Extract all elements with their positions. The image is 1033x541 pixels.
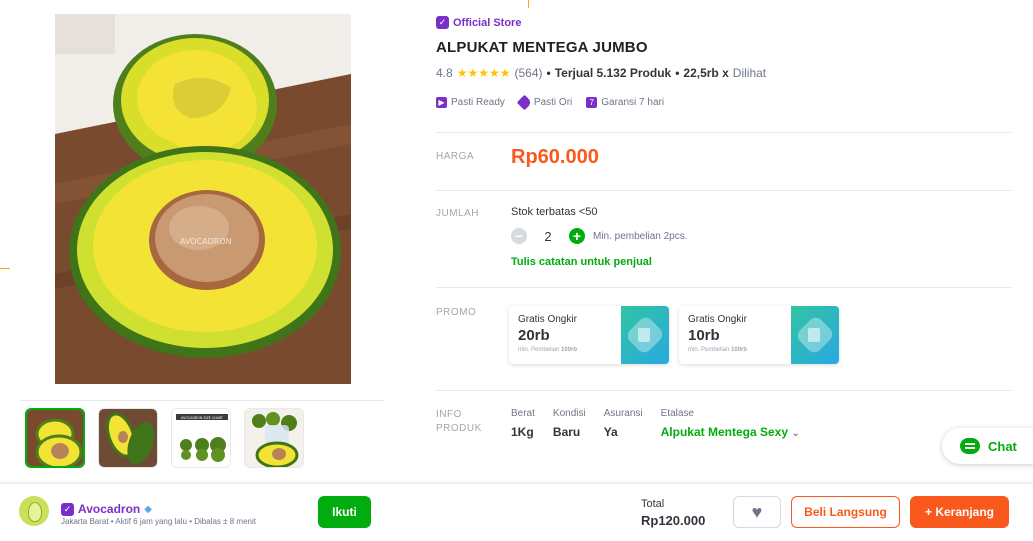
divider <box>436 190 1011 191</box>
follow-button[interactable]: Ikuti <box>318 496 371 528</box>
chat-icon <box>960 438 980 454</box>
star-icon: ★★★★★ <box>456 66 511 80</box>
chevron-down-icon[interactable]: ⌄ <box>791 428 799 439</box>
separator-dot: • <box>546 66 551 80</box>
promo-min-value: 100rb <box>561 347 578 353</box>
decor-line-top <box>528 0 529 8</box>
info-label: INFO PRODUK <box>436 408 482 436</box>
quantity-stepper: − 2 + Min. pembelian 2pcs. <box>511 228 688 244</box>
official-store-badge[interactable]: ✓ Official Store <box>436 16 521 29</box>
guarantee-label: Pasti Ori <box>533 97 573 108</box>
diamond-icon: ◆ <box>144 503 152 515</box>
divider <box>436 390 1011 391</box>
info-label-line1: INFO <box>436 409 462 420</box>
guarantee-label: Pasti Ready <box>451 97 505 108</box>
shop-name-row[interactable]: ✓ Avocadron ◆ <box>61 502 152 516</box>
decor-line-left <box>0 268 10 269</box>
rating-value: 4.8 <box>436 66 453 80</box>
info-value[interactable]: Alpukat Mentega Sexy ⌄ <box>661 425 800 439</box>
thumbnail-4[interactable] <box>244 408 304 468</box>
thumbnail-3-size-chart[interactable]: AVOCADRON SIZE CHART <box>171 408 231 468</box>
stock-note: Stok terbatas <50 <box>511 206 598 218</box>
chat-button[interactable]: Chat <box>942 428 1033 464</box>
info-showcase[interactable]: Etalase Alpukat Mentega Sexy ⌄ <box>661 408 800 439</box>
bottom-action-bar: ✓ Avocadron ◆ Jakarta Barat • Aktif 6 ja… <box>0 484 1033 541</box>
info-key: Kondisi <box>552 408 586 419</box>
sold-count: Terjual 5.132 Produk <box>554 66 672 80</box>
pasti-ori-icon <box>516 94 533 111</box>
info-value: 1Kg <box>511 425 534 439</box>
info-key: Etalase <box>660 408 694 419</box>
promo-card-free-shipping-10rb[interactable]: Gratis Ongkir 10rb min. Pembelian 100rb <box>679 306 839 364</box>
buy-now-button[interactable]: Beli Langsung <box>791 496 900 528</box>
free-shipping-icon <box>617 306 669 364</box>
info-weight: Berat 1Kg <box>511 408 535 439</box>
info-key: Asuransi <box>603 408 643 419</box>
promo-min-prefix: min. Pembelian <box>518 347 560 353</box>
pasti-ready-icon: ▶ <box>436 97 447 108</box>
seller-note-link[interactable]: Tulis catatan untuk penjual <box>511 256 652 268</box>
thumbnail-divider <box>20 400 385 401</box>
rating-row: 4.8 ★★★★★ (564) • Terjual 5.132 Produk •… <box>436 66 766 80</box>
promo-amount: 10rb <box>688 327 720 344</box>
min-purchase-note: Min. pembelian 2pcs. <box>593 230 688 242</box>
shop-avatar[interactable] <box>19 496 49 526</box>
official-store-icon: ✓ <box>61 502 74 516</box>
guarantee-label: Garansi 7 hari <box>601 97 665 108</box>
official-store-icon: ✓ <box>436 16 449 29</box>
product-title: ALPUKAT MENTEGA JUMBO <box>436 39 648 56</box>
guarantee-pasti-ready: ▶ Pasti Ready <box>436 97 505 108</box>
add-to-cart-button[interactable]: + Keranjang <box>910 496 1009 528</box>
total-label: Total <box>641 498 665 510</box>
quantity-label: JUMLAH <box>436 208 480 219</box>
promo-title: Gratis Ongkir <box>518 314 577 325</box>
promo-min-prefix: min. Pembelian <box>688 347 730 353</box>
product-price: Rp60.000 <box>511 146 599 168</box>
promo-amount: 20rb <box>518 327 550 344</box>
showcase-link[interactable]: Alpukat Mentega Sexy <box>661 425 788 439</box>
divider <box>436 132 1011 133</box>
total-value: Rp120.000 <box>641 513 706 528</box>
free-shipping-icon <box>787 306 839 364</box>
promo-label: PROMO <box>436 307 477 318</box>
image-watermark: AVOCADRON <box>180 237 232 246</box>
plus-icon[interactable]: + <box>569 228 585 244</box>
shop-name[interactable]: Avocadron <box>78 502 140 516</box>
info-value: Ya <box>603 425 618 439</box>
quantity-input[interactable]: 2 <box>527 229 569 244</box>
separator-dot: • <box>675 66 680 80</box>
price-label: HARGA <box>436 151 475 162</box>
info-label-line2: PRODUK <box>436 423 482 434</box>
product-main-image[interactable]: AVOCADRON <box>55 14 351 384</box>
chat-label: Chat <box>988 438 1017 454</box>
thumbnail-strip: AVOCADRON SIZE CHART <box>25 408 304 468</box>
promo-min: min. Pembelian 100rb <box>518 347 577 353</box>
promo-title: Gratis Ongkir <box>688 314 747 325</box>
official-store-label: Official Store <box>453 16 522 29</box>
guarantee-row: ▶ Pasti Ready Pasti Ori 7 Garansi 7 hari <box>436 94 664 111</box>
info-condition: Kondisi Baru <box>553 408 586 439</box>
product-info-fields: Berat 1Kg Kondisi Baru Asuransi Ya Etala… <box>511 408 818 439</box>
minus-icon[interactable]: − <box>511 228 527 244</box>
size-chart-title: AVOCADRON SIZE CHART <box>181 416 224 420</box>
promo-min: min. Pembelian 100rb <box>688 347 747 353</box>
thumbnail-1[interactable] <box>25 408 85 468</box>
promo-min-value: 100rb <box>731 347 748 353</box>
view-suffix: Dilihat <box>732 66 767 80</box>
guarantee-garansi: 7 Garansi 7 hari <box>586 97 664 108</box>
info-key: Berat <box>511 408 535 419</box>
info-insurance: Asuransi Ya <box>604 408 643 439</box>
info-value: Baru <box>552 425 581 439</box>
divider <box>436 287 1011 288</box>
promo-card-free-shipping-20rb[interactable]: Gratis Ongkir 20rb min. Pembelian 100rb <box>509 306 669 364</box>
garansi-icon: 7 <box>586 97 598 108</box>
review-count[interactable]: (564) <box>514 66 542 80</box>
thumbnail-2[interactable] <box>98 408 158 468</box>
heart-icon: ♥ <box>751 502 763 522</box>
shop-subtitle: Jakarta Barat • Aktif 6 jam yang lalu • … <box>61 517 256 526</box>
guarantee-pasti-ori: Pasti Ori <box>516 94 573 111</box>
wishlist-button[interactable]: ♥ <box>733 496 781 528</box>
view-count: 22,5rb x <box>683 66 729 80</box>
